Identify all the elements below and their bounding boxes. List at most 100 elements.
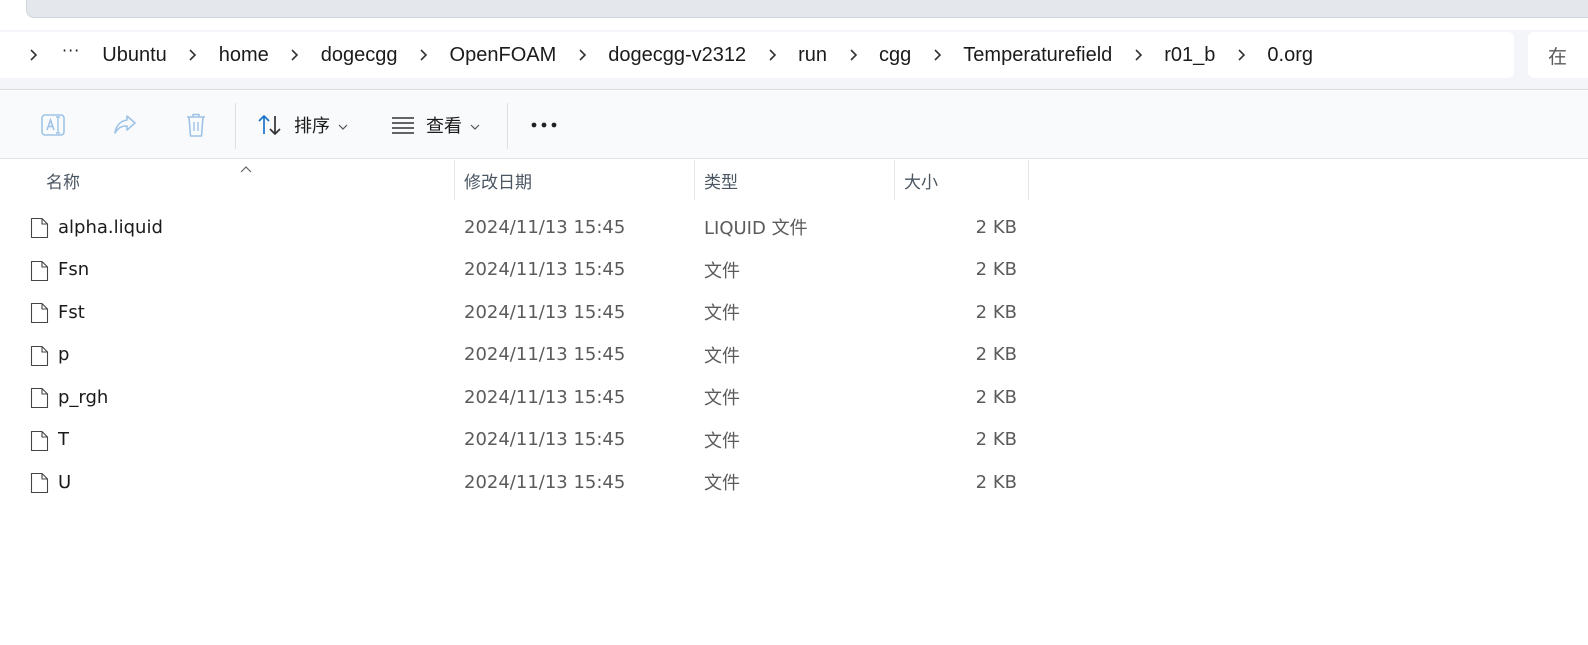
rename-icon	[39, 111, 67, 139]
breadcrumb-overflow-icon[interactable]: ···	[62, 43, 80, 59]
breadcrumb-items: Ubuntu home dogecgg OpenFOAM dogecgg-v2312 ru…	[96, 44, 1319, 67]
trash-icon	[183, 111, 209, 139]
column-header-size[interactable]: 大小	[904, 160, 1026, 200]
rename-button[interactable]	[36, 105, 70, 145]
file-date: 2024/11/13 15:45	[464, 471, 626, 493]
file-name: Fst	[58, 301, 85, 323]
column-header-type-label: 类型	[704, 172, 738, 193]
search-input[interactable]: 在	[1528, 32, 1588, 78]
file-name: U	[58, 471, 72, 493]
view-label: 查看	[426, 116, 462, 137]
chevron-right-icon[interactable]	[417, 48, 431, 62]
breadcrumb[interactable]: ··· Ubuntu home dogecgg OpenFOAM dogecgg-v23…	[0, 32, 1514, 78]
column-header-size-label: 大小	[904, 172, 938, 193]
file-icon	[30, 217, 49, 239]
view-button[interactable]: 查看	[390, 105, 490, 145]
breadcrumb-item[interactable]: dogecgg	[315, 44, 404, 67]
file-name: p_rgh	[58, 386, 109, 408]
chevron-right-icon[interactable]	[26, 48, 40, 62]
file-icon	[30, 345, 49, 367]
file-row[interactable]: Fsn 2024/11/13 15:45 文件 2 KB	[0, 249, 1588, 292]
file-date: 2024/11/13 15:45	[464, 259, 626, 281]
breadcrumb-item[interactable]: run	[792, 44, 833, 67]
file-date: 2024/11/13 15:45	[464, 301, 626, 323]
chevron-down-icon	[470, 116, 480, 135]
command-bar: 排序 查看	[0, 91, 1588, 159]
file-row[interactable]: Fst 2024/11/13 15:45 文件 2 KB	[0, 291, 1588, 334]
search-placeholder: 在	[1548, 45, 1568, 68]
chevron-right-icon[interactable]	[846, 48, 860, 62]
address-bar-area: ··· Ubuntu home dogecgg OpenFOAM dogecgg-v23…	[0, 30, 1588, 90]
file-date: 2024/11/13 15:45	[464, 429, 626, 451]
file-size: 2 KB	[975, 301, 1017, 323]
file-row[interactable]: p 2024/11/13 15:45 文件 2 KB	[0, 334, 1588, 377]
breadcrumb-item[interactable]: home	[213, 44, 275, 67]
file-type: 文件	[704, 430, 740, 452]
column-header-name-label: 名称	[46, 172, 80, 193]
share-icon	[111, 111, 139, 139]
chevron-right-icon[interactable]	[1131, 48, 1145, 62]
sort-button[interactable]: 排序	[256, 105, 356, 145]
file-row[interactable]: T 2024/11/13 15:45 文件 2 KB	[0, 419, 1588, 462]
chevron-right-icon[interactable]	[1234, 48, 1248, 62]
file-row[interactable]: U 2024/11/13 15:45 文件 2 KB	[0, 461, 1588, 504]
breadcrumb-item[interactable]: Temperaturefield	[957, 44, 1118, 67]
breadcrumb-item[interactable]: cgg	[873, 44, 917, 67]
file-type: 文件	[704, 303, 740, 325]
chevron-right-icon[interactable]	[575, 48, 589, 62]
file-icon	[30, 260, 49, 282]
sort-label: 排序	[294, 116, 330, 137]
column-header-date[interactable]: 修改日期	[464, 160, 692, 200]
column-header-type[interactable]: 类型	[704, 160, 892, 200]
breadcrumb-item[interactable]: r01_b	[1158, 44, 1221, 67]
breadcrumb-item[interactable]: Ubuntu	[96, 44, 173, 67]
chevron-down-icon	[338, 116, 348, 135]
chevron-right-icon[interactable]	[765, 48, 779, 62]
chevron-right-icon[interactable]	[930, 48, 944, 62]
file-size: 2 KB	[975, 344, 1017, 366]
file-size: 2 KB	[975, 259, 1017, 281]
file-type: 文件	[704, 345, 740, 367]
file-size: 2 KB	[975, 216, 1017, 238]
breadcrumb-item[interactable]: 0.org	[1261, 44, 1319, 67]
file-size: 2 KB	[975, 386, 1017, 408]
view-lines-icon	[390, 115, 416, 135]
window-tab[interactable]	[26, 0, 1588, 18]
toolbar-separator	[507, 103, 508, 149]
column-header-name[interactable]: 名称	[46, 160, 452, 200]
file-row[interactable]: alpha.liquid 2024/11/13 15:45 LIQUID 文件 2 K…	[0, 206, 1588, 249]
sort-arrows-icon	[256, 113, 284, 137]
file-size: 2 KB	[975, 429, 1017, 451]
more-options-button[interactable]	[526, 105, 562, 145]
column-divider[interactable]	[454, 160, 455, 200]
file-name: T	[58, 429, 69, 451]
file-type: 文件	[704, 260, 740, 282]
chevron-right-icon[interactable]	[288, 48, 302, 62]
file-list: alpha.liquid 2024/11/13 15:45 LIQUID 文件 2 K…	[0, 206, 1588, 504]
file-date: 2024/11/13 15:45	[464, 386, 626, 408]
file-icon	[30, 302, 49, 324]
file-type: 文件	[704, 473, 740, 495]
column-divider[interactable]	[1028, 160, 1029, 200]
file-type: 文件	[704, 388, 740, 410]
file-row[interactable]: p_rgh 2024/11/13 15:45 文件 2 KB	[0, 376, 1588, 419]
breadcrumb-item[interactable]: OpenFOAM	[444, 44, 563, 67]
file-name: Fsn	[58, 259, 90, 281]
share-button[interactable]	[108, 105, 142, 145]
column-divider[interactable]	[894, 160, 895, 200]
file-icon	[30, 387, 49, 409]
file-size: 2 KB	[975, 471, 1017, 493]
file-icon	[30, 472, 49, 494]
column-header-date-label: 修改日期	[464, 172, 532, 193]
chevron-right-icon[interactable]	[186, 48, 200, 62]
file-name: p	[58, 344, 70, 366]
file-type: LIQUID 文件	[704, 218, 808, 240]
toolbar-separator	[235, 103, 236, 149]
title-bar	[0, 0, 1588, 30]
column-headers: 名称 修改日期 类型 大小	[0, 160, 1588, 200]
breadcrumb-item[interactable]: dogecgg-v2312	[602, 44, 752, 67]
delete-button[interactable]	[180, 105, 212, 145]
column-divider[interactable]	[694, 160, 695, 200]
more-horizontal-icon	[530, 121, 558, 129]
file-date: 2024/11/13 15:45	[464, 344, 626, 366]
